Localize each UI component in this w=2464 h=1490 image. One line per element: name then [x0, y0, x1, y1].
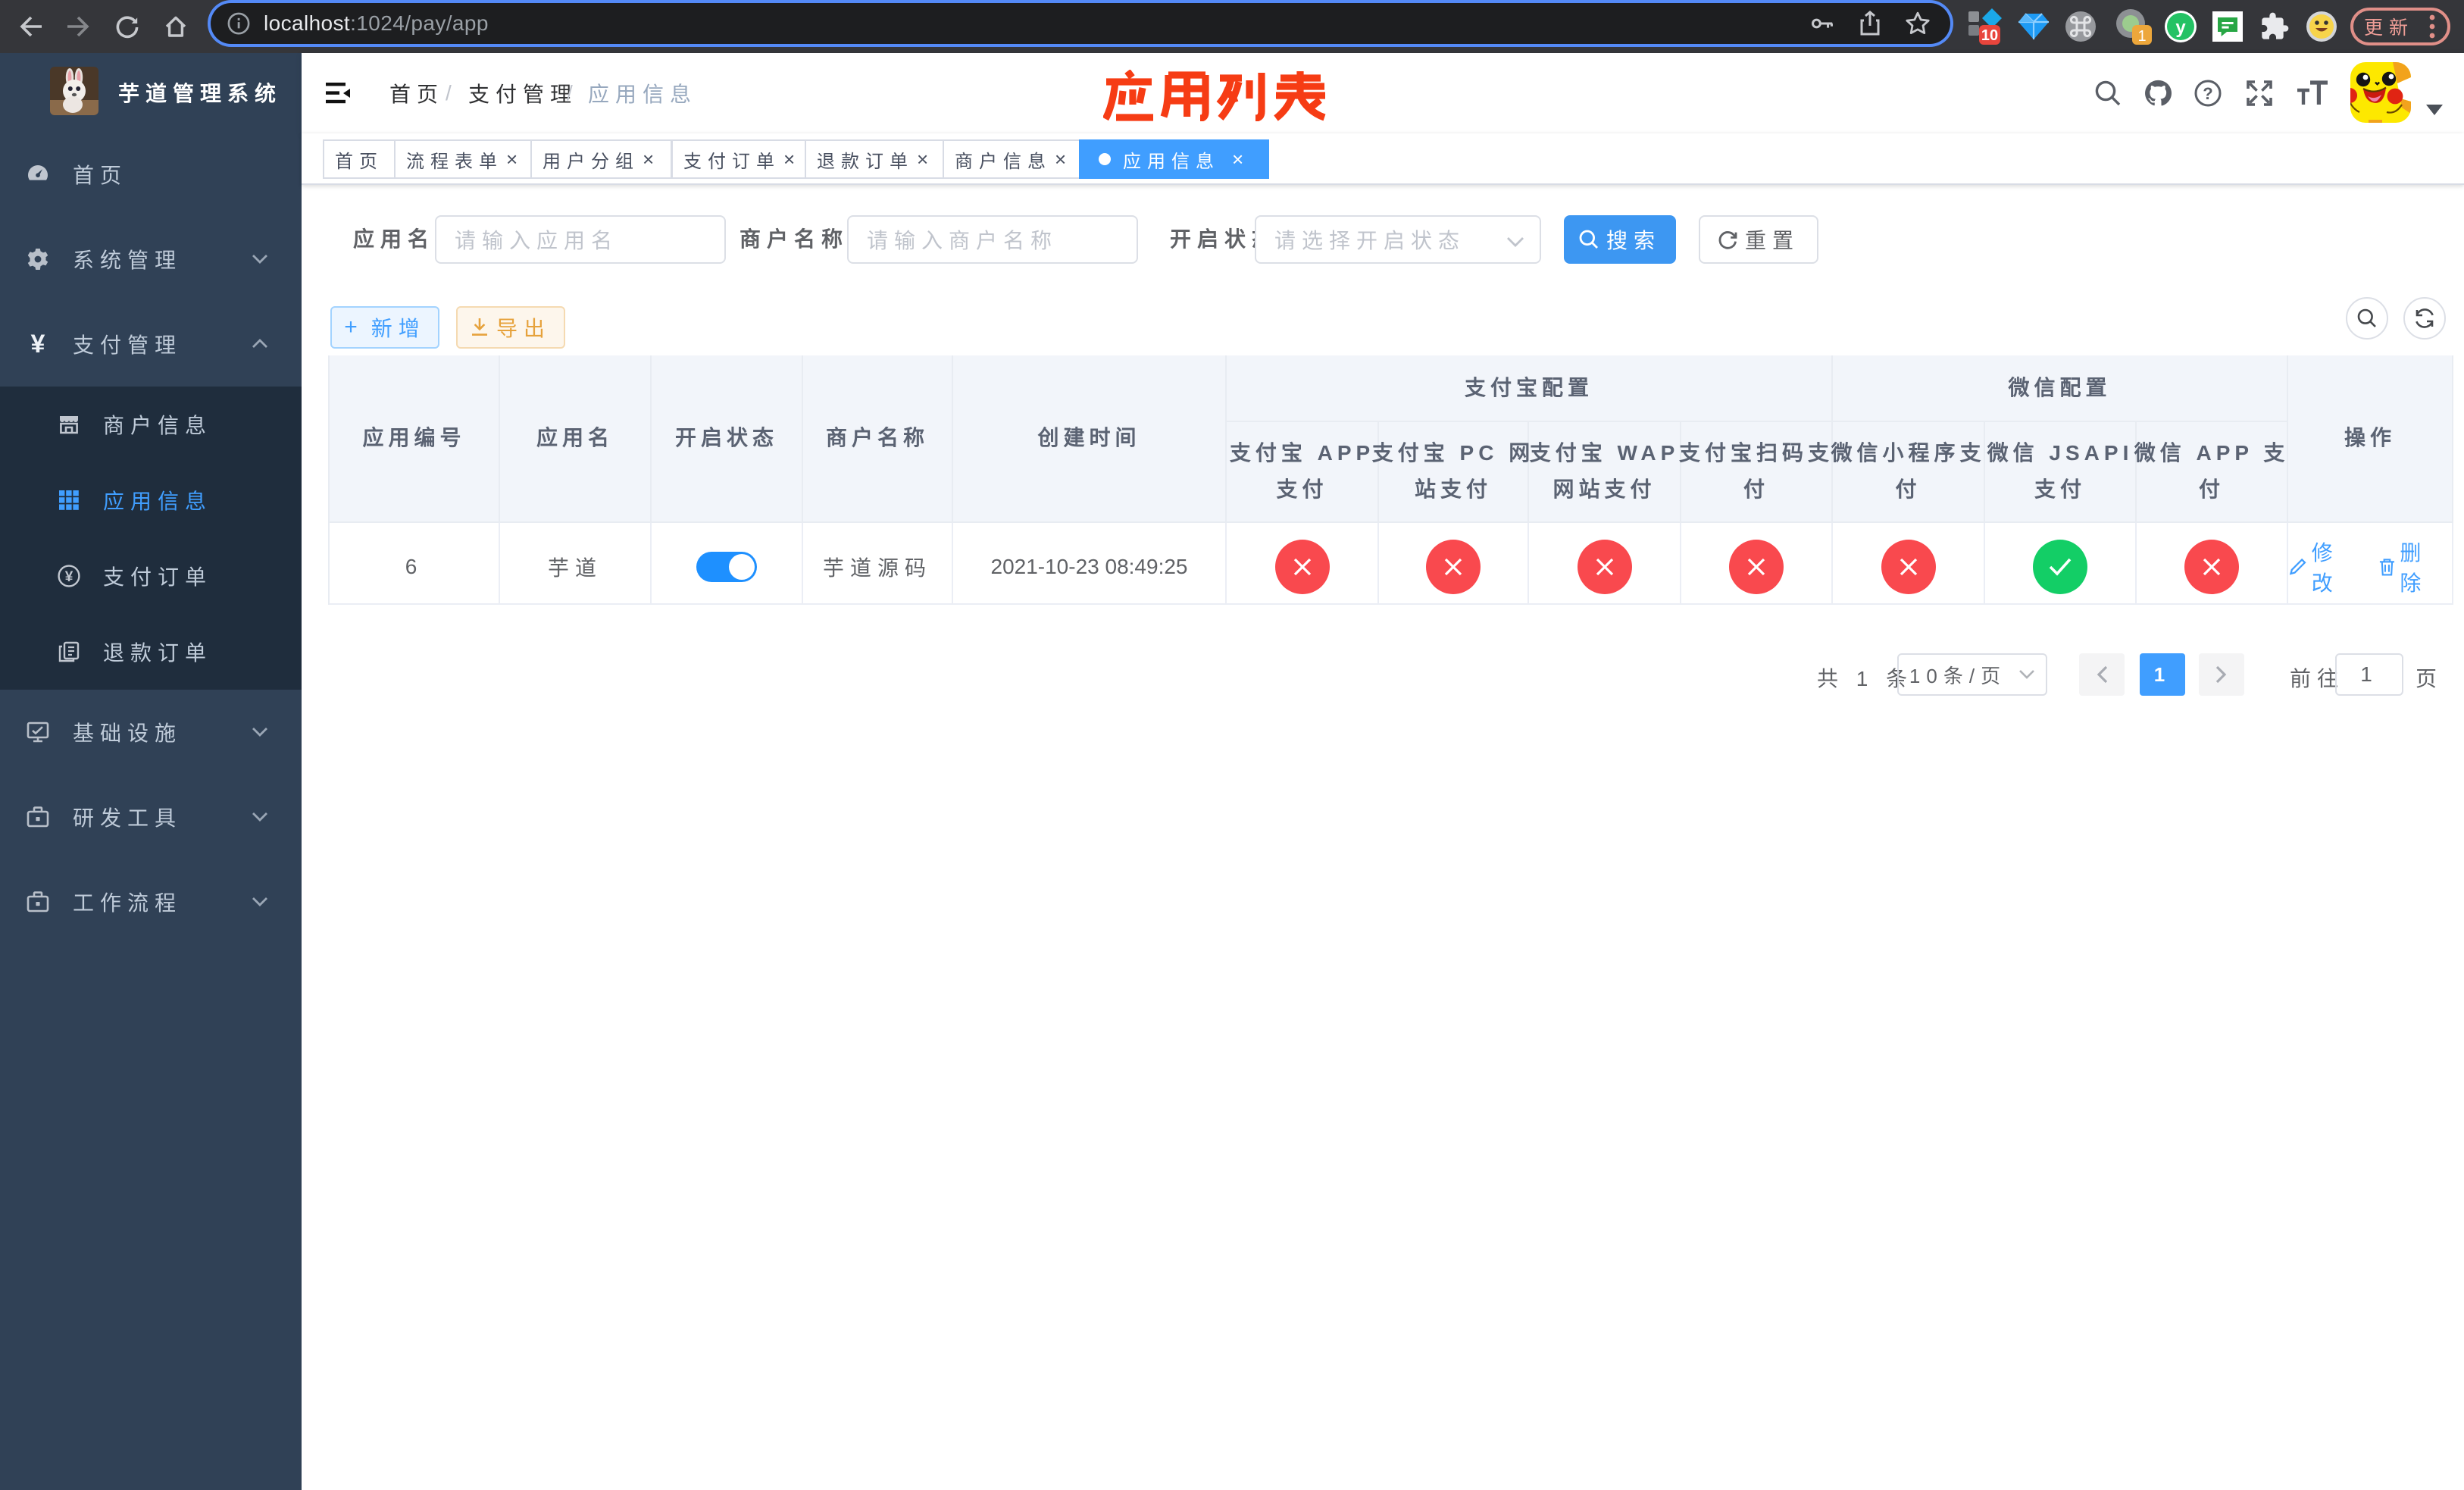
svg-text:y: y	[2175, 17, 2186, 38]
svg-text:1: 1	[2137, 28, 2146, 45]
svg-text:¥: ¥	[65, 569, 73, 585]
svg-text:10: 10	[1981, 27, 1998, 44]
svg-text:?: ?	[2203, 84, 2212, 103]
